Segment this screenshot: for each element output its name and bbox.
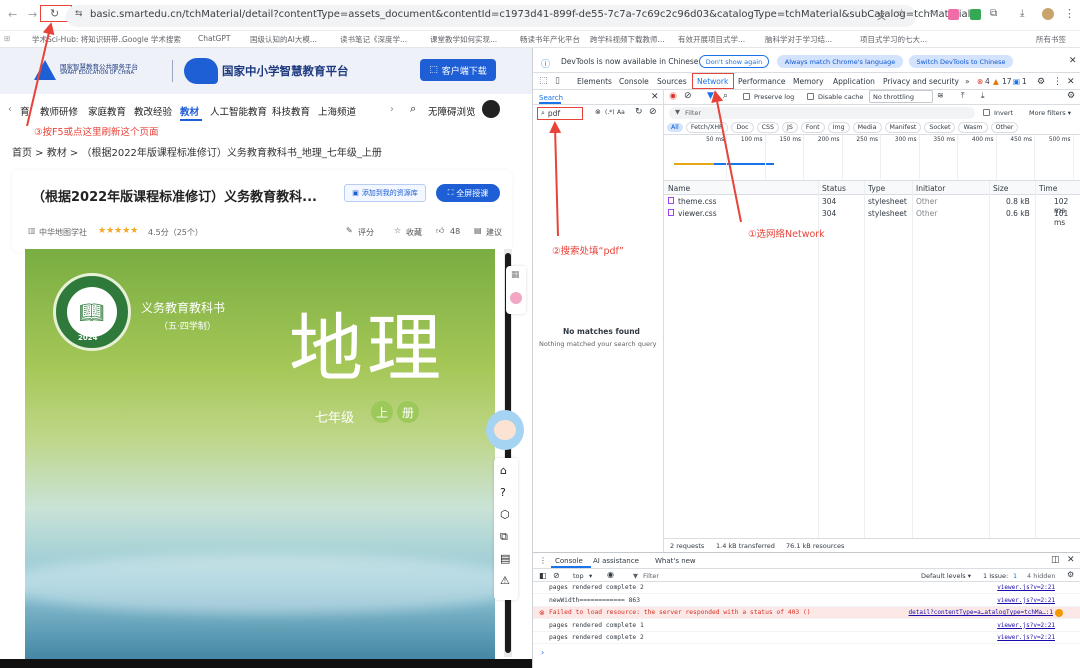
annotation-arrows — [26, 22, 742, 237]
arrow-to-reload — [26, 22, 55, 127]
arrow-to-search — [549, 121, 562, 237]
arrow-to-network — [711, 90, 742, 223]
